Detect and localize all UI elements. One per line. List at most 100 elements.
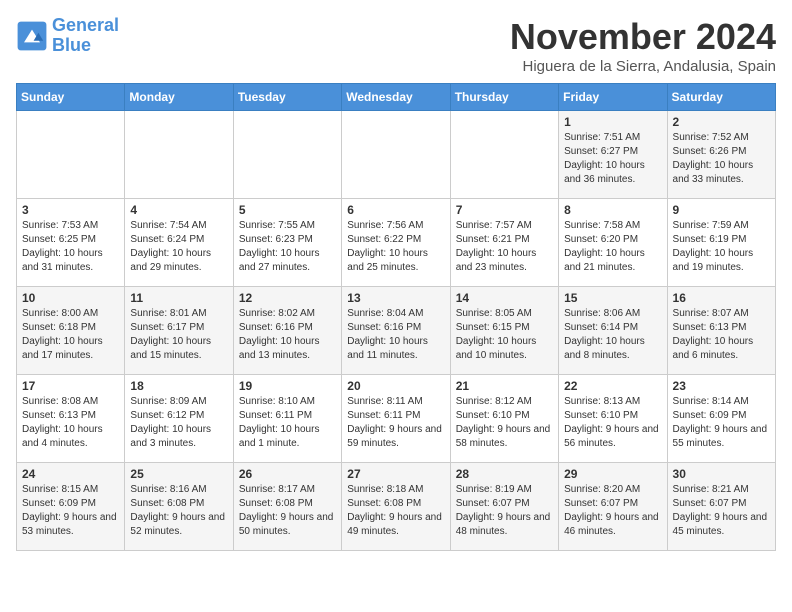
title-section: November 2024 Higuera de la Sierra, Anda… [510, 16, 776, 75]
day-info: Sunrise: 8:02 AM Sunset: 6:16 PM Dayligh… [239, 307, 336, 363]
day-number: 5 [239, 203, 336, 217]
weekday-header-wednesday: Wednesday [342, 84, 450, 111]
day-info: Sunrise: 8:19 AM Sunset: 6:07 PM Dayligh… [456, 483, 553, 539]
empty-cell [450, 111, 558, 199]
logo: General Blue [16, 16, 119, 56]
weekday-header-monday: Monday [125, 84, 233, 111]
day-info: Sunrise: 7:52 AM Sunset: 6:26 PM Dayligh… [673, 131, 770, 187]
day-number: 21 [456, 379, 553, 393]
day-info: Sunrise: 7:55 AM Sunset: 6:23 PM Dayligh… [239, 219, 336, 275]
day-info: Sunrise: 8:17 AM Sunset: 6:08 PM Dayligh… [239, 483, 336, 539]
day-number: 20 [347, 379, 444, 393]
day-info: Sunrise: 8:20 AM Sunset: 6:07 PM Dayligh… [564, 483, 661, 539]
calendar-day-cell: 5 Sunrise: 7:55 AM Sunset: 6:23 PM Daylig… [233, 199, 341, 287]
weekday-header-saturday: Saturday [667, 84, 775, 111]
logo-text: General Blue [52, 16, 119, 56]
day-info: Sunrise: 8:06 AM Sunset: 6:14 PM Dayligh… [564, 307, 661, 363]
day-info: Sunrise: 8:05 AM Sunset: 6:15 PM Dayligh… [456, 307, 553, 363]
day-info: Sunrise: 8:00 AM Sunset: 6:18 PM Dayligh… [22, 307, 119, 363]
calendar-day-cell: 20 Sunrise: 8:11 AM Sunset: 6:11 PM Dayli… [342, 375, 450, 463]
day-number: 26 [239, 467, 336, 481]
day-info: Sunrise: 8:01 AM Sunset: 6:17 PM Dayligh… [130, 307, 227, 363]
calendar-day-cell: 11 Sunrise: 8:01 AM Sunset: 6:17 PM Dayli… [125, 287, 233, 375]
calendar-day-cell: 9 Sunrise: 7:59 AM Sunset: 6:19 PM Daylig… [667, 199, 775, 287]
day-info: Sunrise: 7:54 AM Sunset: 6:24 PM Dayligh… [130, 219, 227, 275]
day-number: 27 [347, 467, 444, 481]
day-number: 9 [673, 203, 770, 217]
day-number: 15 [564, 291, 661, 305]
calendar-day-cell: 7 Sunrise: 7:57 AM Sunset: 6:21 PM Daylig… [450, 199, 558, 287]
day-info: Sunrise: 8:08 AM Sunset: 6:13 PM Dayligh… [22, 395, 119, 451]
day-number: 28 [456, 467, 553, 481]
calendar-week-row: 24Sunrise: 8:15 AM Sunset: 6:09 PM Dayli… [17, 463, 776, 551]
calendar-day-cell: 19 Sunrise: 8:10 AM Sunset: 6:11 PM Dayli… [233, 375, 341, 463]
calendar-day-cell: 28 Sunrise: 8:19 AM Sunset: 6:07 PM Dayli… [450, 463, 558, 551]
day-info: Sunrise: 8:09 AM Sunset: 6:12 PM Dayligh… [130, 395, 227, 451]
weekday-header-sunday: Sunday [17, 84, 125, 111]
day-info: Sunrise: 7:57 AM Sunset: 6:21 PM Dayligh… [456, 219, 553, 275]
calendar-day-cell: 18 Sunrise: 8:09 AM Sunset: 6:12 PM Dayli… [125, 375, 233, 463]
day-number: 10 [22, 291, 119, 305]
day-number: 18 [130, 379, 227, 393]
calendar-day-cell: 22 Sunrise: 8:13 AM Sunset: 6:10 PM Dayli… [559, 375, 667, 463]
day-number: 17 [22, 379, 119, 393]
calendar-week-row: 3Sunrise: 7:53 AM Sunset: 6:25 PM Daylig… [17, 199, 776, 287]
day-number: 16 [673, 291, 770, 305]
calendar-day-cell: 17 Sunrise: 8:08 AM Sunset: 6:13 PM Dayli… [17, 375, 125, 463]
calendar-day-cell: 27 Sunrise: 8:18 AM Sunset: 6:08 PM Dayli… [342, 463, 450, 551]
calendar-week-row: 17 Sunrise: 8:08 AM Sunset: 6:13 PM Dayli… [17, 375, 776, 463]
empty-cell [17, 111, 125, 199]
day-info: Sunrise: 7:53 AM Sunset: 6:25 PM Dayligh… [22, 219, 119, 275]
weekday-header-tuesday: Tuesday [233, 84, 341, 111]
calendar-day-cell: 1Sunrise: 7:51 AM Sunset: 6:27 PM Daylig… [559, 111, 667, 199]
calendar-day-cell: 4Sunrise: 7:54 AM Sunset: 6:24 PM Daylig… [125, 199, 233, 287]
day-info: Sunrise: 8:21 AM Sunset: 6:07 PM Dayligh… [673, 483, 770, 539]
day-number: 6 [347, 203, 444, 217]
calendar-day-cell: 8 Sunrise: 7:58 AM Sunset: 6:20 PM Daylig… [559, 199, 667, 287]
day-info: Sunrise: 8:12 AM Sunset: 6:10 PM Dayligh… [456, 395, 553, 451]
calendar-week-row: 1Sunrise: 7:51 AM Sunset: 6:27 PM Daylig… [17, 111, 776, 199]
logo-icon [16, 20, 48, 52]
calendar-day-cell: 25 Sunrise: 8:16 AM Sunset: 6:08 PM Dayli… [125, 463, 233, 551]
calendar-day-cell: 23Sunrise: 8:14 AM Sunset: 6:09 PM Dayli… [667, 375, 775, 463]
calendar-day-cell: 13 Sunrise: 8:04 AM Sunset: 6:16 PM Dayli… [342, 287, 450, 375]
day-number: 25 [130, 467, 227, 481]
day-info: Sunrise: 7:56 AM Sunset: 6:22 PM Dayligh… [347, 219, 444, 275]
location-subtitle: Higuera de la Sierra, Andalusia, Spain [510, 58, 776, 75]
day-number: 19 [239, 379, 336, 393]
calendar-day-cell: 29Sunrise: 8:20 AM Sunset: 6:07 PM Dayli… [559, 463, 667, 551]
calendar-day-cell: 2 Sunrise: 7:52 AM Sunset: 6:26 PM Daylig… [667, 111, 775, 199]
weekday-header-friday: Friday [559, 84, 667, 111]
day-number: 8 [564, 203, 661, 217]
day-number: 11 [130, 291, 227, 305]
calendar-day-cell: 6 Sunrise: 7:56 AM Sunset: 6:22 PM Daylig… [342, 199, 450, 287]
day-info: Sunrise: 7:51 AM Sunset: 6:27 PM Dayligh… [564, 131, 661, 187]
calendar-day-cell: 12Sunrise: 8:02 AM Sunset: 6:16 PM Dayli… [233, 287, 341, 375]
day-info: Sunrise: 8:07 AM Sunset: 6:13 PM Dayligh… [673, 307, 770, 363]
calendar-table: SundayMondayTuesdayWednesdayThursdayFrid… [16, 83, 776, 551]
day-number: 2 [673, 115, 770, 129]
calendar-day-cell: 24Sunrise: 8:15 AM Sunset: 6:09 PM Dayli… [17, 463, 125, 551]
day-info: Sunrise: 8:10 AM Sunset: 6:11 PM Dayligh… [239, 395, 336, 451]
calendar-day-cell: 30Sunrise: 8:21 AM Sunset: 6:07 PM Dayli… [667, 463, 775, 551]
calendar-day-cell: 3Sunrise: 7:53 AM Sunset: 6:25 PM Daylig… [17, 199, 125, 287]
calendar-day-cell: 16 Sunrise: 8:07 AM Sunset: 6:13 PM Dayli… [667, 287, 775, 375]
calendar-week-row: 10 Sunrise: 8:00 AM Sunset: 6:18 PM Dayli… [17, 287, 776, 375]
day-info: Sunrise: 8:16 AM Sunset: 6:08 PM Dayligh… [130, 483, 227, 539]
day-info: Sunrise: 7:58 AM Sunset: 6:20 PM Dayligh… [564, 219, 661, 275]
day-info: Sunrise: 8:13 AM Sunset: 6:10 PM Dayligh… [564, 395, 661, 451]
day-number: 22 [564, 379, 661, 393]
calendar-day-cell: 14 Sunrise: 8:05 AM Sunset: 6:15 PM Dayli… [450, 287, 558, 375]
day-info: Sunrise: 8:04 AM Sunset: 6:16 PM Dayligh… [347, 307, 444, 363]
day-info: Sunrise: 8:11 AM Sunset: 6:11 PM Dayligh… [347, 395, 444, 451]
day-info: Sunrise: 8:18 AM Sunset: 6:08 PM Dayligh… [347, 483, 444, 539]
day-info: Sunrise: 8:15 AM Sunset: 6:09 PM Dayligh… [22, 483, 119, 539]
calendar-day-cell: 26 Sunrise: 8:17 AM Sunset: 6:08 PM Dayli… [233, 463, 341, 551]
day-number: 13 [347, 291, 444, 305]
calendar-day-cell: 21 Sunrise: 8:12 AM Sunset: 6:10 PM Dayli… [450, 375, 558, 463]
day-number: 7 [456, 203, 553, 217]
day-info: Sunrise: 7:59 AM Sunset: 6:19 PM Dayligh… [673, 219, 770, 275]
day-number: 14 [456, 291, 553, 305]
calendar-day-cell: 10 Sunrise: 8:00 AM Sunset: 6:18 PM Dayli… [17, 287, 125, 375]
empty-cell [125, 111, 233, 199]
